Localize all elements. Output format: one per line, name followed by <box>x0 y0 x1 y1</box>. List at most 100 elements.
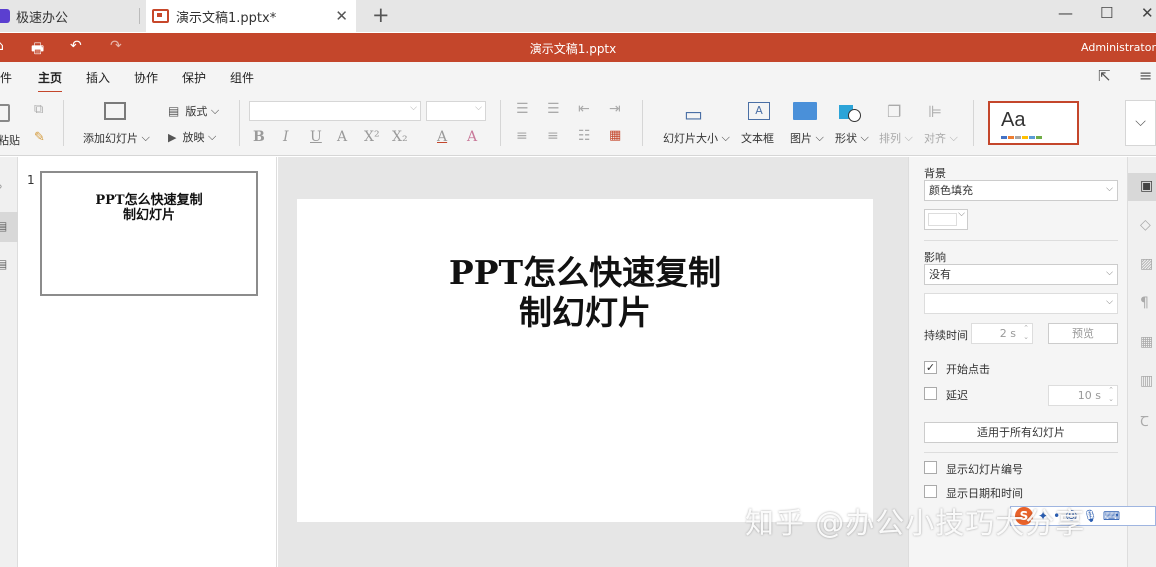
effect-value: 没有 <box>929 268 951 281</box>
hamburger-menu-icon[interactable]: ≡ <box>1139 66 1152 85</box>
slide-thumbnail[interactable]: PPT怎么快速复制 制幻灯片 <box>40 171 258 296</box>
align-button[interactable]: 对齐 ⌵ <box>924 130 958 146</box>
bullet-list-icon[interactable]: ☰ <box>516 101 529 117</box>
play-label: 放映 <box>182 131 205 144</box>
search-icon[interactable]: ⌕ <box>0 179 3 194</box>
vertical-align-icon[interactable]: ≡ <box>547 128 559 144</box>
align-objects-icon: ⊫ <box>928 102 942 121</box>
theme-preview[interactable]: Aa <box>988 101 1079 145</box>
paste-button[interactable] <box>0 102 16 124</box>
add-slide-icon[interactable] <box>104 102 126 120</box>
text-box-button[interactable]: 文本框 <box>741 130 774 146</box>
align-text-icon[interactable]: ≡ <box>516 128 528 144</box>
layout-button[interactable]: ▤ 版式 ⌵ <box>168 103 219 119</box>
slide-canvas[interactable]: PPT怎么快速复制 制幻灯片 <box>297 199 873 522</box>
highlight-icon[interactable]: ▦ <box>609 128 621 143</box>
menu-file[interactable]: 件 <box>0 69 12 86</box>
theme-color-swatch <box>1015 136 1021 139</box>
thumbnail-title-line: PPT怎么快速复制 <box>95 193 203 208</box>
clear-format-icon[interactable]: A <box>467 129 477 145</box>
play-button[interactable]: ▶ 放映 ⌵ <box>168 129 216 145</box>
layout-label: 版式 <box>185 105 208 118</box>
document-title: 演示文稿1.pptx <box>529 42 617 56</box>
font-size-select[interactable] <box>426 101 486 121</box>
decrease-indent-icon[interactable]: ⇤ <box>578 101 590 117</box>
picture-icon <box>793 102 817 120</box>
slide-title-textbox[interactable]: PPT怎么快速复制 制幻灯片 <box>297 253 873 333</box>
menu-protect[interactable]: 保护 <box>182 69 206 86</box>
user-name[interactable]: Administrator <box>1081 41 1156 54</box>
minimize-icon[interactable]: — <box>1058 4 1073 22</box>
thumbnail-title-line: 制幻灯片 <box>122 208 175 223</box>
theme-color-swatch <box>1008 136 1014 139</box>
maximize-icon[interactable]: ☐ <box>1100 4 1113 22</box>
effect-select[interactable]: 没有 <box>924 264 1118 285</box>
menu-home[interactable]: 主页 <box>38 69 63 93</box>
add-slide-button[interactable]: 添加幻灯片 ⌵ <box>83 130 150 146</box>
slides-icon[interactable]: ▤ <box>0 219 7 233</box>
slide-size-button[interactable]: 幻灯片大小 ⌵ <box>663 130 730 146</box>
preview-button[interactable]: 预览 <box>1048 323 1118 344</box>
left-sidebar: ⌕ ▤ ▤ <box>0 157 18 567</box>
picture-button[interactable]: 图片 ⌵ <box>790 130 824 146</box>
tab-app-home[interactable]: 极速办公 <box>0 0 140 32</box>
add-slide-label: 添加幻灯片 <box>83 132 138 145</box>
delay-checkbox[interactable] <box>924 387 937 400</box>
theme-preview-label: Aa <box>1001 109 1026 131</box>
paste-label: 粘贴 <box>0 134 20 147</box>
picture-label: 图片 <box>790 132 812 145</box>
subscript-icon[interactable]: X₂ <box>392 129 408 145</box>
text-box-icon: A <box>748 102 770 120</box>
underline-icon[interactable]: U <box>310 129 322 145</box>
numbered-list-icon[interactable]: ☰ <box>547 101 560 117</box>
delay-input[interactable]: 10 s <box>1048 385 1118 406</box>
format-painter-icon[interactable]: ✎ <box>34 130 45 145</box>
notes-icon[interactable]: ▤ <box>0 257 7 271</box>
background-fill-select[interactable]: 颜色填充 <box>924 180 1118 201</box>
arrange-label: 排列 <box>879 132 901 145</box>
shape-button[interactable]: 形状 ⌵ <box>835 130 869 146</box>
copy-icon[interactable]: ⧉ <box>34 102 43 117</box>
show-slide-number-checkbox[interactable] <box>924 461 937 474</box>
tab-divider <box>139 8 140 24</box>
slide-title-line: 制幻灯片 <box>519 293 651 332</box>
close-tab-icon[interactable]: ✕ <box>335 7 348 25</box>
font-color-icon[interactable]: A <box>437 129 447 145</box>
font-family-select[interactable] <box>249 101 421 121</box>
slide-number: 1 <box>27 173 35 187</box>
chart-settings-icon[interactable]: ▥ <box>1140 373 1153 389</box>
start-on-click-checkbox[interactable]: ✓ <box>924 361 937 374</box>
superscript-icon[interactable]: X² <box>364 129 380 145</box>
italic-icon[interactable]: I <box>283 129 289 145</box>
new-tab-icon[interactable]: + <box>372 3 390 27</box>
shape-settings-icon[interactable]: ◇ <box>1140 217 1151 233</box>
menu-insert[interactable]: 插入 <box>86 69 110 86</box>
increase-indent-icon[interactable]: ⇥ <box>609 101 621 117</box>
clipboard-icon <box>0 104 10 122</box>
ribbon-divider <box>973 100 974 146</box>
menu-plugins[interactable]: 组件 <box>230 69 254 86</box>
text-art-settings-icon[interactable]: Ꞇ <box>1140 412 1149 431</box>
open-location-icon[interactable]: ⇱ <box>1098 67 1111 85</box>
background-color-picker[interactable] <box>924 209 968 230</box>
close-window-icon[interactable]: ✕ <box>1141 4 1154 22</box>
paragraph-settings-icon[interactable]: ¶ <box>1140 295 1149 311</box>
menu-collaborate[interactable]: 协作 <box>134 69 158 86</box>
theme-color-swatch <box>1001 136 1007 139</box>
more-themes-button[interactable]: ⌵ <box>1125 100 1156 146</box>
image-settings-icon[interactable]: ▨ <box>1140 256 1153 272</box>
effect-option-select[interactable] <box>924 293 1118 314</box>
slide-settings-icon[interactable]: ▣ <box>1140 178 1153 194</box>
apply-to-all-button[interactable]: 适用于所有幻灯片 <box>924 422 1118 443</box>
arrange-button[interactable]: 排列 ⌵ <box>879 130 913 146</box>
duration-input[interactable]: 2 s <box>971 323 1033 344</box>
ribbon-divider <box>642 100 643 146</box>
ime-keyboard-icon[interactable]: ⌨ <box>1103 509 1120 523</box>
table-settings-icon[interactable]: ▦ <box>1140 334 1153 350</box>
show-date-time-checkbox[interactable] <box>924 485 937 498</box>
strikethrough-icon[interactable]: A <box>337 129 347 145</box>
tab-document[interactable]: 演示文稿1.pptx* ✕ <box>146 0 356 32</box>
line-spacing-icon[interactable]: ☷ <box>578 128 591 144</box>
bold-icon[interactable]: B <box>253 129 265 145</box>
menu-bar: 件 主页 插入 协作 保护 组件 ⇱ ≡ <box>0 62 1156 93</box>
